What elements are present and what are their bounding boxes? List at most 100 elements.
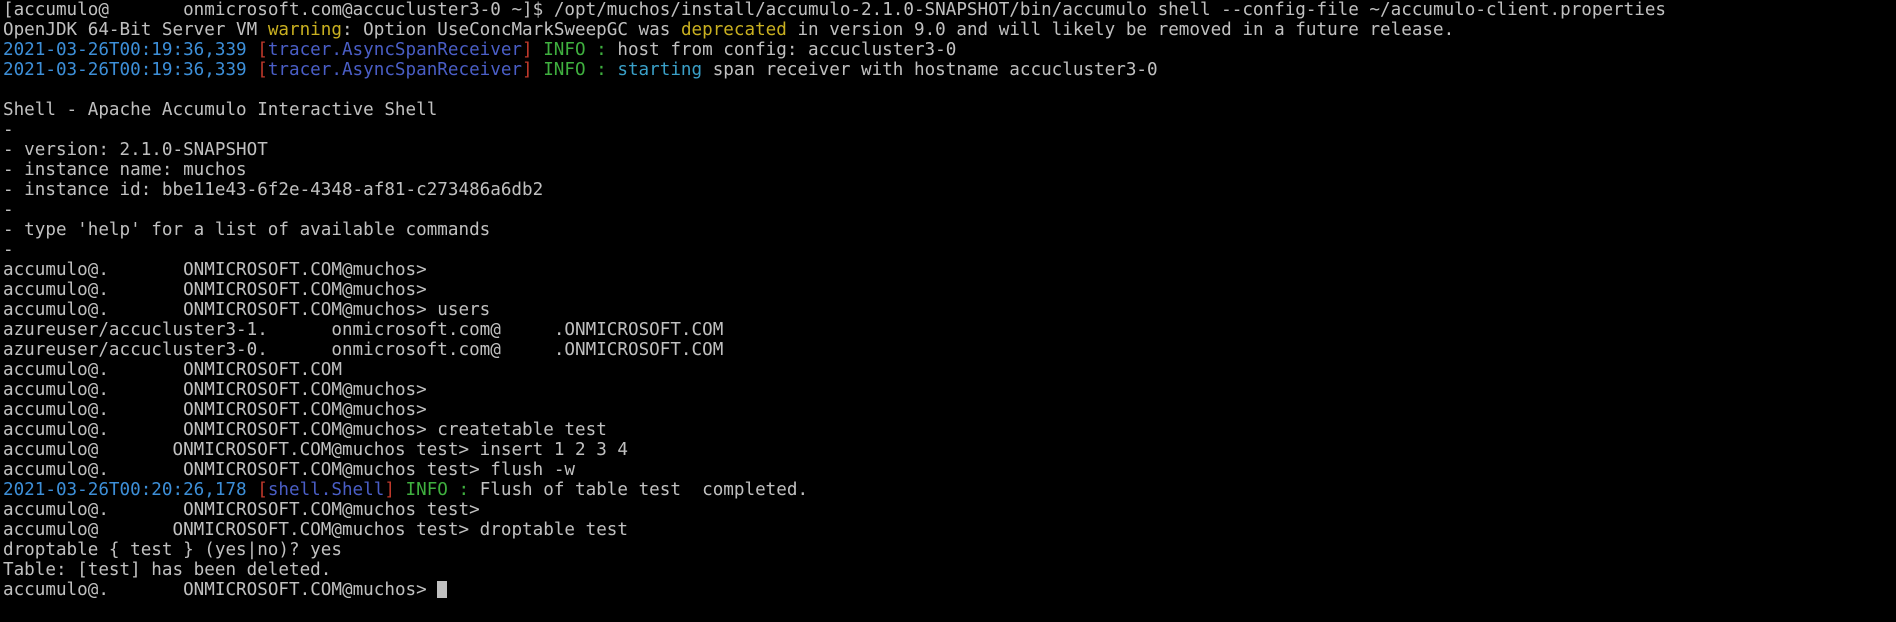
terminal-line: 2021-03-26T00:19:36,339 [tracer.AsyncSpa…: [3, 60, 1896, 80]
terminal-text: :: [585, 60, 618, 80]
terminal-window[interactable]: [accumulo@ onmicrosoft.com@accucluster3-…: [0, 0, 1896, 622]
terminal-text: droptable { test } (yes|no)? yes: [3, 540, 342, 560]
terminal-line: accumulo@. ONMICROSOFT.COM@muchos> creat…: [3, 420, 1896, 440]
terminal-text: ONMICROSOFT.COM@muchos> createtable test: [183, 420, 607, 440]
terminal-text: INFO: [543, 40, 586, 60]
terminal-line: - instance name: muchos: [3, 160, 1896, 180]
terminal-text: warning: [267, 20, 342, 40]
terminal-text: - instance name: muchos: [3, 160, 247, 180]
terminal-text: accumulo@.: [3, 420, 109, 440]
redacted-text: [108, 300, 184, 320]
terminal-text: Table: [test] has been deleted.: [3, 560, 332, 580]
redacted-text: [108, 400, 184, 420]
terminal-line: -: [3, 120, 1896, 140]
terminal-line: [accumulo@ onmicrosoft.com@accucluster3-…: [3, 0, 1896, 20]
terminal-text: accumulo@.: [3, 360, 109, 380]
terminal-line: OpenJDK 64-Bit Server VM warning: Option…: [3, 20, 1896, 40]
terminal-text: accumulo@.: [3, 580, 109, 600]
terminal-text: deprecated: [680, 20, 787, 40]
terminal-text: starting: [617, 60, 703, 80]
terminal-line: 2021-03-26T00:19:36,339 [tracer.AsyncSpa…: [3, 40, 1896, 60]
terminal-text: ONMICROSOFT.COM@muchos>: [183, 380, 427, 400]
redacted-text: [267, 320, 332, 340]
terminal-text: INFO: [543, 60, 586, 80]
terminal-text: Flush of table test completed.: [479, 480, 809, 500]
terminal-text: :: [447, 480, 480, 500]
terminal-text: [accumulo@: [3, 0, 109, 20]
terminal-line: droptable { test } (yes|no)? yes: [3, 540, 1896, 560]
terminal-line: 2021-03-26T00:20:26,178 [shell.Shell] IN…: [3, 480, 1896, 500]
terminal-text: Shell - Apache Accumulo Interactive Shel…: [3, 100, 438, 120]
terminal-text: ONMICROSOFT.COM@muchos> users: [183, 300, 491, 320]
terminal-text: accumulo@: [3, 520, 99, 540]
terminal-line: accumulo@. ONMICROSOFT.COM@muchos> users: [3, 300, 1896, 320]
terminal-text: : Option UseConcMarkSweepGC was: [341, 20, 681, 40]
terminal-text: INFO: [405, 480, 448, 500]
terminal-text: ONMICROSOFT.COM@muchos test> insert 1 2 …: [172, 440, 628, 460]
terminal-text: ONMICROSOFT.COM@muchos>: [183, 400, 427, 420]
redacted-text: [267, 340, 332, 360]
redacted-text: [98, 440, 173, 460]
text-cursor: [437, 581, 448, 598]
terminal-text: accumulo@.: [3, 260, 109, 280]
terminal-line: accumulo@. ONMICROSOFT.COM@muchos test> …: [3, 460, 1896, 480]
terminal-line: -: [3, 200, 1896, 220]
terminal-text: [: [257, 40, 268, 60]
redacted-text: [108, 420, 184, 440]
terminal-line: - version: 2.1.0-SNAPSHOT: [3, 140, 1896, 160]
terminal-text: ONMICROSOFT.COM@muchos test>: [183, 500, 480, 520]
terminal-text: accumulo@.: [3, 300, 109, 320]
redacted-text: [108, 460, 184, 480]
terminal-line: - type 'help' for a list of available co…: [3, 220, 1896, 240]
terminal-text: ONMICROSOFT.COM@muchos>: [183, 260, 427, 280]
terminal-text: onmicrosoft.com@: [331, 320, 501, 340]
terminal-text: .ONMICROSOFT.COM: [553, 320, 724, 340]
terminal-line: accumulo@. ONMICROSOFT.COM: [3, 360, 1896, 380]
terminal-line: accumulo@. ONMICROSOFT.COM@muchos>: [3, 400, 1896, 420]
terminal-line: - instance id: bbe11e43-6f2e-4348-af81-c…: [3, 180, 1896, 200]
redacted-text: [108, 260, 184, 280]
terminal-text: -: [3, 240, 14, 260]
terminal-line: accumulo@ ONMICROSOFT.COM@muchos test> d…: [3, 520, 1896, 540]
redacted-text: [500, 340, 554, 360]
redacted-text: [108, 360, 184, 380]
terminal-text: ONMICROSOFT.COM@muchos>: [183, 280, 427, 300]
redacted-text: [98, 520, 173, 540]
terminal-text: ONMICROSOFT.COM: [183, 360, 342, 380]
terminal-text: ONMICROSOFT.COM@muchos>: [183, 580, 438, 600]
terminal-line: Shell - Apache Accumulo Interactive Shel…: [3, 100, 1896, 120]
terminal-text: accumulo@.: [3, 400, 109, 420]
terminal-text: - type 'help' for a list of available co…: [3, 220, 491, 240]
terminal-line: accumulo@. ONMICROSOFT.COM@muchos>: [3, 580, 1896, 600]
terminal-line: Table: [test] has been deleted.: [3, 560, 1896, 580]
terminal-text: accumulo@.: [3, 500, 109, 520]
terminal-text: azureuser/accucluster3-1.: [3, 320, 268, 340]
terminal-text: - version: 2.1.0-SNAPSHOT: [3, 140, 268, 160]
terminal-text: ONMICROSOFT.COM@muchos test> droptable t…: [172, 520, 628, 540]
redacted-text: [500, 320, 554, 340]
terminal-text: tracer.AsyncSpanReceiver: [267, 60, 523, 80]
terminal-text: accumulo@.: [3, 380, 109, 400]
terminal-text: OpenJDK 64-Bit Server VM: [3, 20, 268, 40]
terminal-text: tracer.AsyncSpanReceiver: [267, 40, 523, 60]
terminal-text: onmicrosoft.com@accucluster3-0 ~]$ /opt/…: [183, 0, 1667, 20]
terminal-text: ]: [384, 480, 406, 500]
terminal-text: -: [3, 120, 14, 140]
terminal-text: :: [585, 40, 618, 60]
terminal-line: azureuser/accucluster3-0. onmicrosoft.co…: [3, 340, 1896, 360]
terminal-line: -: [3, 240, 1896, 260]
terminal-text: host from config: accucluster3-0: [617, 40, 957, 60]
terminal-text: ]: [522, 60, 544, 80]
terminal-text: accumulo@: [3, 440, 99, 460]
terminal-text: ONMICROSOFT.COM@muchos test> flush -w: [183, 460, 576, 480]
terminal-text: azureuser/accucluster3-0.: [3, 340, 268, 360]
redacted-text: [108, 580, 184, 600]
terminal-text: accumulo@.: [3, 280, 109, 300]
redacted-text: [108, 0, 184, 20]
terminal-line: accumulo@. ONMICROSOFT.COM@muchos test>: [3, 500, 1896, 520]
terminal-line: accumulo@. ONMICROSOFT.COM@muchos>: [3, 260, 1896, 280]
terminal-text: 2021-03-26T00:19:36,339: [3, 40, 258, 60]
terminal-text: 2021-03-26T00:20:26,178: [3, 480, 258, 500]
redacted-text: [108, 380, 184, 400]
